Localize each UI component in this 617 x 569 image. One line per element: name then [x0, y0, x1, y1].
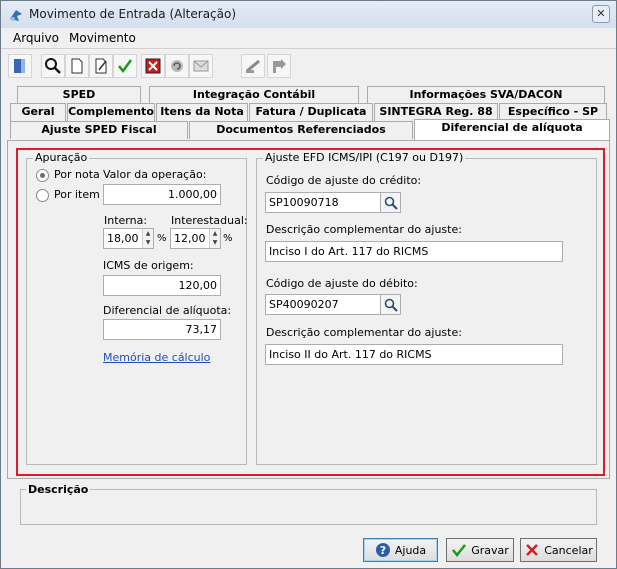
delete-button[interactable] [141, 54, 165, 78]
tab-strip: SPED Integração Contábil Informações SVA… [1, 84, 616, 144]
tab-documentos-referenciados[interactable]: Documentos Referenciados [189, 121, 413, 139]
interestadual-label: Interestadual: [171, 214, 248, 227]
delete-icon [145, 58, 161, 74]
tab-diferencial-de-aliquota[interactable]: Diferencial de alíquota [414, 119, 610, 140]
toolbar [1, 50, 616, 83]
descricao-group [20, 489, 597, 525]
svg-text:?: ? [380, 544, 386, 557]
main-window: Movimento de Entrada (Alteração) ✕ Arqui… [0, 0, 617, 569]
edit-icon [95, 58, 107, 74]
check-icon [452, 544, 467, 558]
cancel-icon [526, 544, 539, 556]
confirm-icon [118, 59, 133, 74]
mail-icon [193, 60, 209, 72]
menu-arquivo[interactable]: Arquivo [13, 31, 59, 45]
diferencial-label: Diferencial de alíquota: [103, 304, 232, 317]
radio-por-nota-label: Por nota [54, 168, 100, 181]
tab-itens-da-nota[interactable]: Itens da Nota [156, 103, 248, 121]
close-icon: ✕ [596, 7, 606, 20]
icms-origem-label: ICMS de origem: [103, 259, 194, 272]
interestadual-spinner[interactable]: ▲ ▼ [209, 229, 220, 248]
icms-origem-field[interactable]: 120,00 [103, 275, 221, 296]
credito-search-button[interactable] [380, 192, 401, 213]
interestadual-percent: % [223, 233, 233, 244]
mail-button[interactable] [189, 54, 213, 78]
desc-credito-field[interactable]: Inciso I do Art. 117 do RICMS [265, 241, 563, 262]
interna-value: 18,00 [107, 232, 139, 245]
window-title: Movimento de Entrada (Alteração) [29, 7, 237, 21]
copy-icon [171, 60, 183, 72]
stamp-button[interactable] [241, 54, 265, 78]
exit-button[interactable] [8, 54, 32, 78]
desc-debito-field[interactable]: Inciso II do Art. 117 do RICMS [265, 344, 563, 365]
search-icon [384, 298, 398, 312]
interna-spinner[interactable]: ▲ ▼ [142, 229, 153, 248]
radio-por-nota[interactable] [36, 169, 49, 182]
valor-operacao-label: Valor da operação: [103, 168, 207, 181]
app-icon [8, 7, 24, 23]
debito-field[interactable]: SP40090207 [265, 294, 381, 315]
tab-complemento[interactable]: Complemento [67, 103, 155, 121]
help-button-label: Ajuda [394, 543, 427, 557]
menu-bar: Arquivo Movimento [1, 28, 616, 49]
search-icon [45, 58, 61, 74]
help-icon: ? [375, 543, 390, 557]
debito-search-button[interactable] [380, 294, 401, 315]
copy-button[interactable] [165, 54, 189, 78]
new-document-icon [71, 58, 83, 74]
interna-percent: % [157, 233, 167, 244]
descricao-legend: Descrição [26, 483, 91, 496]
search-button[interactable] [41, 54, 65, 78]
stamp-icon [246, 59, 260, 73]
cancel-button[interactable]: Cancelar [520, 538, 597, 562]
exit-icon [14, 59, 25, 73]
tab-sped[interactable]: SPED [17, 86, 141, 104]
edit-button[interactable] [89, 54, 113, 78]
credito-label: Código de ajuste do crédito: [266, 174, 422, 187]
save-button-label: Gravar [471, 543, 509, 557]
tab-geral[interactable]: Geral [10, 103, 66, 121]
interna-field[interactable]: 18,00 ▲ ▼ [103, 228, 154, 249]
desc-credito-label: Descrição complementar do ajuste: [266, 223, 462, 236]
confirm-button[interactable] [113, 54, 137, 78]
tab-informacoes-sva-dacon[interactable]: Informações SVA/DACON [367, 86, 605, 104]
tab-ajuste-sped-fiscal[interactable]: Ajuste SPED Fiscal [10, 121, 188, 139]
tab-fatura-duplicata[interactable]: Fatura / Duplicata [249, 103, 373, 121]
radio-por-item-label: Por item [54, 188, 100, 201]
debito-label: Código de ajuste do débito: [266, 277, 418, 290]
ajuste-legend: Ajuste EFD ICMS/IPI (C197 ou D197) [263, 151, 466, 164]
export-button[interactable] [267, 54, 291, 78]
title-bar: Movimento de Entrada (Alteração) ✕ [1, 1, 616, 28]
credito-field[interactable]: SP10090718 [265, 192, 381, 213]
save-button[interactable]: Gravar [446, 538, 514, 562]
new-document-button[interactable] [65, 54, 89, 78]
export-icon [273, 59, 286, 73]
apuracao-legend: Apuração [33, 151, 90, 164]
interna-label: Interna: [104, 214, 148, 227]
tab-integracao-contabil[interactable]: Integração Contábil [149, 86, 359, 104]
memoria-calculo-link[interactable]: Memória de cálculo [103, 351, 210, 364]
diferencial-field[interactable]: 73,17 [103, 319, 221, 340]
radio-por-item[interactable] [36, 189, 49, 202]
interestadual-field[interactable]: 12,00 ▲ ▼ [170, 228, 221, 249]
help-button[interactable]: ? Ajuda [363, 538, 438, 562]
search-icon [384, 196, 398, 210]
interestadual-value: 12,00 [174, 232, 206, 245]
menu-movimento[interactable]: Movimento [69, 31, 136, 45]
close-button[interactable]: ✕ [592, 5, 610, 23]
cancel-button-label: Cancelar [544, 543, 593, 557]
desc-debito-label: Descrição complementar do ajuste: [266, 326, 462, 339]
valor-operacao-field[interactable]: 1.000,00 [103, 184, 221, 205]
